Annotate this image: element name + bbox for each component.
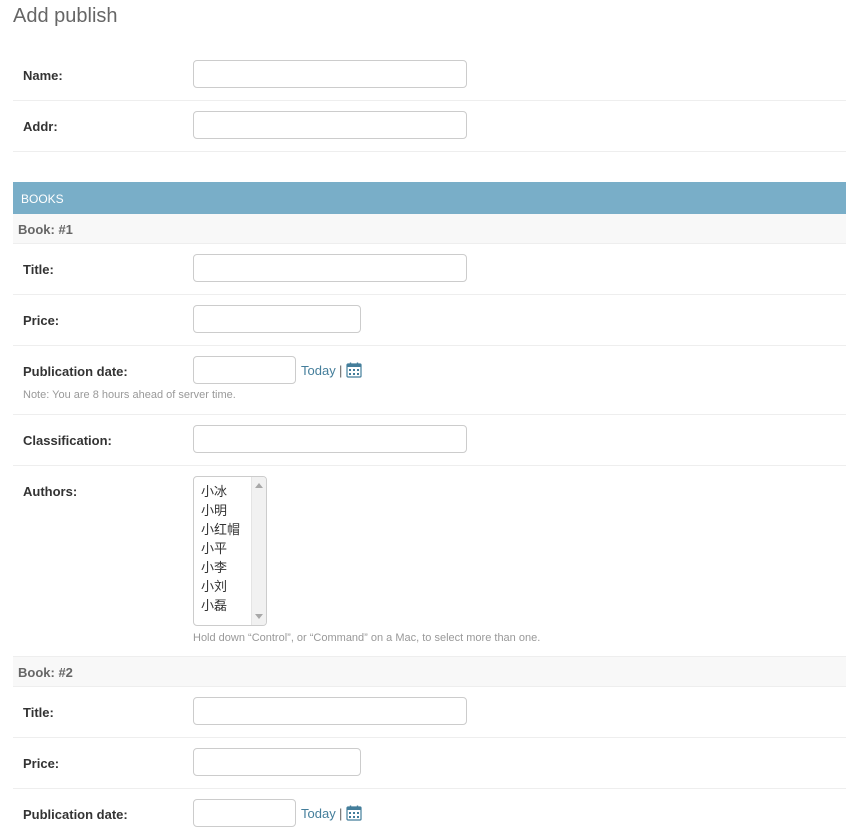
book-1-price-input[interactable] xyxy=(193,305,361,333)
page-title: Add publish xyxy=(13,5,118,27)
book-1-today-link[interactable]: Today xyxy=(301,363,336,378)
calendar-icon[interactable] xyxy=(346,362,362,378)
book-2-row-price: Price: xyxy=(13,738,846,789)
book-2-title-input[interactable] xyxy=(193,697,467,725)
book-2-row-pubdate: Publication date: Today | xyxy=(13,789,846,831)
book-2-price-input[interactable] xyxy=(193,748,361,776)
book-1-title-label: Title: xyxy=(23,262,54,277)
book-2-pubdate-input[interactable] xyxy=(193,799,296,827)
book-1-row-classification: Classification: xyxy=(13,415,846,466)
book-1-authors-select[interactable]: 小冰 小明 小红帽 小平 小李 小刘 小磊 xyxy=(193,476,267,626)
book-1-pubdate-input[interactable] xyxy=(193,356,296,384)
books-section-header: BOOKS xyxy=(13,182,846,214)
scroll-up-icon[interactable] xyxy=(255,483,263,488)
book-1-header: Book: #1 xyxy=(13,214,846,244)
calendar-icon[interactable] xyxy=(346,805,362,821)
scroll-down-icon[interactable] xyxy=(255,614,263,619)
book-1-classification-label: Classification: xyxy=(23,433,112,448)
book-1-authors-label: Authors: xyxy=(23,484,78,499)
books-section-title: BOOKS xyxy=(21,192,64,206)
book-2-row-title: Title: xyxy=(13,687,846,738)
book-2-shortcut-separator: | xyxy=(339,806,343,821)
name-label: Name: xyxy=(23,68,63,83)
book-1-row-pubdate: Publication date: Today | Note: You are … xyxy=(13,346,846,415)
book-2-today-link[interactable]: Today xyxy=(301,806,336,821)
book-1-row-title: Title: xyxy=(13,244,846,295)
authors-scrollbar[interactable] xyxy=(251,477,266,625)
book-2-title: Book: #2 xyxy=(18,665,73,680)
book-2-header: Book: #2 xyxy=(13,657,846,687)
book-1-price-label: Price: xyxy=(23,313,60,328)
book-2-price-label: Price: xyxy=(23,756,60,771)
book-1-pubdate-label: Publication date: xyxy=(23,364,128,379)
addr-label: Addr: xyxy=(23,119,58,134)
book-1-title: Book: #1 xyxy=(18,222,73,237)
form-row-name: Name: xyxy=(13,50,846,101)
addr-input[interactable] xyxy=(193,111,467,139)
book-1-title-input[interactable] xyxy=(193,254,467,282)
name-input[interactable] xyxy=(193,60,467,88)
form-row-addr: Addr: xyxy=(13,101,846,152)
book-1-timezone-note: Note: You are 8 hours ahead of server ti… xyxy=(23,389,236,401)
book-1-shortcut-separator: | xyxy=(339,363,343,378)
book-1-authors-help: Hold down “Control”, or “Command” on a M… xyxy=(193,632,541,644)
book-2-title-label: Title: xyxy=(23,705,54,720)
book-1-row-price: Price: xyxy=(13,295,846,346)
book-1-classification-input[interactable] xyxy=(193,425,467,453)
book-2-pubdate-label: Publication date: xyxy=(23,807,128,822)
book-1-row-authors: Authors: 小冰 小明 小红帽 小平 小李 小刘 小磊 Hold down… xyxy=(13,466,846,657)
